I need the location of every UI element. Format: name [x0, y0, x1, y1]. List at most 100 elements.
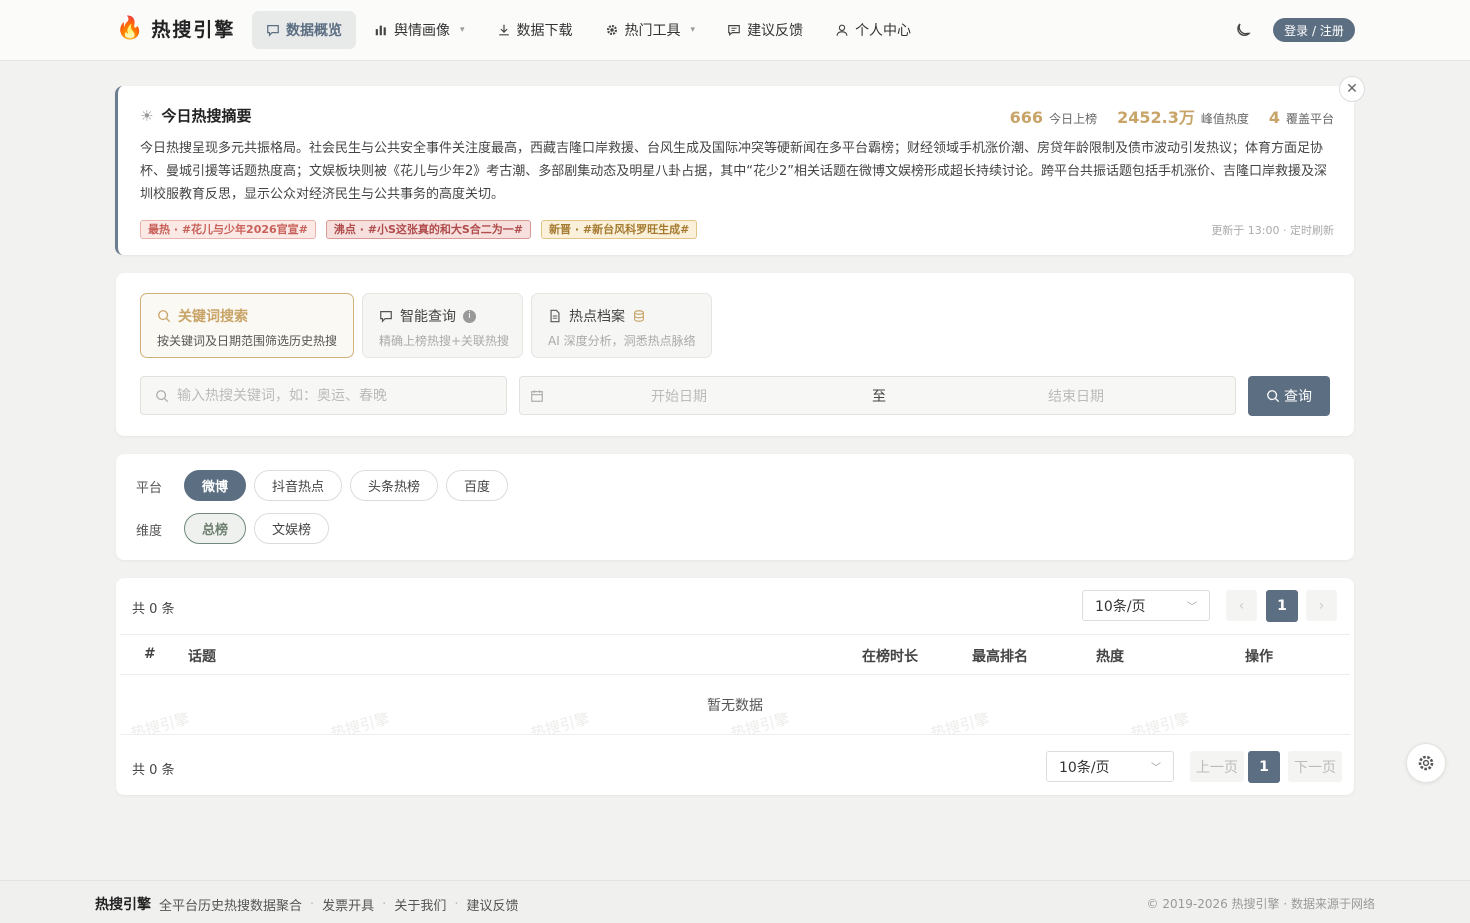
separator: · — [454, 896, 459, 912]
dimension-label: 维度 — [136, 524, 163, 539]
col-topic: 话题 — [188, 649, 216, 665]
nav-label: 舆情画像 — [394, 23, 450, 39]
close-icon[interactable]: ✕ — [1339, 76, 1365, 102]
filter-card: 平台 微博 抖音热点 头条热榜 百度 维度 总榜 文娱榜 — [116, 454, 1354, 560]
footer: 热搜引擎 全平台历史热搜数据聚合 · 发票开具 · 关于我们 · 建议反馈 © … — [0, 880, 1470, 923]
summary-stats: 666 今日上榜 2452.3万 峰值热度 4 覆盖平台 — [1010, 104, 1334, 128]
separator: · — [310, 896, 315, 912]
mode-keyword-search[interactable]: 关键词搜索 按关键词及日期范围筛选历史热搜 — [140, 293, 354, 358]
date-range-picker[interactable]: 开始日期 至 结束日期 — [519, 376, 1236, 415]
next-page-button[interactable]: › — [1306, 590, 1337, 621]
keyword-input[interactable] — [177, 387, 477, 404]
tag-new[interactable]: 新晋 · #新台风科罗旺生成# — [541, 220, 698, 239]
moon-icon[interactable] — [1233, 20, 1253, 40]
results-card: 共 0 条 10条/页 ﹀ ‹ 1 › # 话题 在榜时长 最高排名 热度 操作… — [116, 578, 1354, 795]
table-header: # 话题 在榜时长 最高排名 热度 操作 — [120, 634, 1350, 675]
nav-item-overview[interactable]: 数据概览 — [252, 11, 356, 49]
document-icon — [550, 309, 560, 323]
chevron-down-icon: ﹀ — [1187, 602, 1197, 613]
chip-toutiao[interactable]: 头条热榜 — [350, 470, 439, 501]
chat-icon — [267, 25, 279, 37]
footer-left: 热搜引擎 全平台历史热搜数据聚合 · 发票开具 · 关于我们 · 建议反馈 — [95, 894, 518, 914]
message-icon — [728, 25, 740, 37]
page-size-select[interactable]: 10条/页 ﹀ — [1082, 590, 1210, 621]
next-page-text-button[interactable]: 下一页 — [1288, 751, 1342, 782]
main-nav: 数据概览 舆情画像 ▾ 数据下载 热门工具 ▾ 建议反馈 个人中心 — [252, 11, 929, 49]
info-icon[interactable]: i — [463, 309, 476, 323]
empty-text: 暂无数据 — [707, 698, 763, 714]
footer-brand: 热搜引擎 — [95, 897, 151, 913]
summary-tags: 最热 · #花儿与少年2026官宣# 沸点 · #小S这张真的和大S合二为一# … — [140, 220, 698, 239]
mode-title-text: 智能查询 — [400, 309, 456, 325]
page-size-select-bottom[interactable]: 10条/页 ﹀ — [1046, 751, 1174, 782]
stat-value: 4 — [1268, 108, 1280, 127]
logo[interactable]: 🔥 热搜引擎 — [116, 15, 235, 42]
mode-title: 智能查询 i — [379, 306, 506, 326]
coins-icon — [634, 310, 644, 322]
nav-label: 数据概览 — [286, 23, 342, 39]
platform-label: 平台 — [136, 481, 163, 496]
nav-label: 建议反馈 — [747, 23, 804, 39]
dimension-chips: 总榜 文娱榜 — [184, 513, 330, 544]
nav-item-sentiment[interactable]: 舆情画像 ▾ — [360, 11, 479, 49]
tag-hottest[interactable]: 最热 · #花儿与少年2026官宣# — [140, 220, 316, 239]
stat-label: 峰值热度 — [1200, 112, 1249, 126]
nav-item-download[interactable]: 数据下载 — [483, 11, 587, 49]
keyword-input-wrapper — [140, 376, 507, 415]
chip-overall[interactable]: 总榜 — [184, 513, 247, 544]
result-count: 共 0 条 — [132, 602, 175, 617]
nav-item-tools[interactable]: 热门工具 ▾ — [591, 11, 710, 49]
start-date-input[interactable]: 开始日期 — [651, 386, 707, 406]
date-separator: 至 — [872, 388, 886, 405]
stat-today: 666 今日上榜 — [1010, 108, 1097, 127]
nav-item-profile[interactable]: 个人中心 — [821, 11, 925, 49]
query-button[interactable]: 查询 — [1248, 376, 1330, 416]
download-icon — [498, 24, 509, 36]
mode-title: 热点档案 — [548, 306, 695, 326]
gear-icon — [606, 24, 617, 36]
empty-row: 热搜引擎 热搜引擎 热搜引擎 热搜引擎 热搜引擎 热搜引擎 暂无数据 — [120, 675, 1350, 735]
login-button[interactable]: 登录 / 注册 — [1273, 18, 1355, 42]
stat-label: 覆盖平台 — [1285, 112, 1334, 126]
summary-text: 今日热搜呈现多元共振格局。社会民生与公共安全事件关注度最高，西藏吉隆口岸救援、台… — [140, 141, 1328, 202]
footer-tagline: 全平台历史热搜数据聚合 — [159, 898, 303, 914]
chip-douyin[interactable]: 抖音热点 — [254, 470, 343, 501]
logo-text: 热搜引擎 — [151, 19, 236, 41]
result-count-bottom: 共 0 条 — [132, 763, 175, 778]
mode-smart-query[interactable]: 智能查询 i 精确上榜热搜+关联热搜 — [362, 293, 523, 358]
mode-subtitle: 按关键词及日期范围筛选历史热搜 — [157, 334, 338, 348]
stat-value: 2452.3万 — [1117, 108, 1195, 127]
separator: · — [382, 896, 387, 912]
page-number-bottom[interactable]: 1 — [1248, 751, 1280, 783]
footer-copyright: © 2019-2026 热搜引擎 · 数据来源于网络 — [1146, 897, 1375, 911]
nav-label: 热门工具 — [624, 23, 681, 39]
bar-chart-icon — [375, 25, 386, 36]
footer-link-about[interactable]: 关于我们 — [394, 895, 446, 914]
page-number[interactable]: 1 — [1266, 590, 1298, 622]
tag-boiling[interactable]: 沸点 · #小S这张真的和大S合二为一# — [325, 220, 532, 239]
settings-button[interactable] — [1406, 743, 1446, 783]
chip-baidu[interactable]: 百度 — [446, 470, 509, 501]
chip-entertainment[interactable]: 文娱榜 — [254, 513, 330, 544]
query-label: 查询 — [1284, 389, 1312, 405]
col-rank[interactable]: 最高排名 — [972, 646, 1028, 666]
mode-hot-archive[interactable]: 热点档案 AI 深度分析，洞悉热点脉络 — [531, 293, 712, 358]
footer-link-feedback[interactable]: 建议反馈 — [466, 895, 518, 914]
mode-subtitle: AI 深度分析，洞悉热点脉络 — [548, 334, 696, 348]
nav-item-feedback[interactable]: 建议反馈 — [713, 11, 817, 49]
chevron-down-icon: ▾ — [690, 25, 696, 35]
platform-chips: 微博 抖音热点 头条热榜 百度 — [184, 470, 509, 501]
footer-link-invoice[interactable]: 发票开具 — [322, 895, 374, 914]
summary-title-text: 今日热搜摘要 — [161, 107, 252, 125]
stat-peak: 2452.3万 峰值热度 — [1117, 104, 1249, 128]
mode-subtitle: 精确上榜热搜+关联热搜 — [379, 334, 510, 348]
end-date-input[interactable]: 结束日期 — [1048, 386, 1104, 406]
chip-weibo[interactable]: 微博 — [184, 470, 247, 501]
col-heat[interactable]: 热度 — [1096, 646, 1124, 666]
prev-page-button[interactable]: ‹ — [1226, 590, 1257, 621]
prev-page-text-button[interactable]: 上一页 — [1190, 751, 1244, 782]
mode-title-text: 关键词搜索 — [178, 309, 248, 325]
search-icon — [156, 389, 169, 402]
update-time: 更新于 13:00 · 定时刷新 — [1211, 224, 1334, 237]
col-duration[interactable]: 在榜时长 — [862, 646, 918, 666]
